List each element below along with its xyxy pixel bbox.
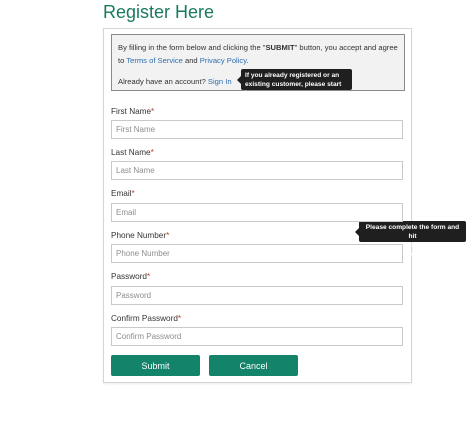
phone-number-label: Phone Number* [111, 231, 170, 240]
form-tooltip-line-1: Please complete the form and hit [365, 224, 460, 240]
required-marker: * [166, 231, 170, 240]
terms-of-service-link[interactable]: Terms of Service [126, 56, 183, 65]
password-input[interactable] [111, 286, 403, 305]
last-name-input[interactable] [111, 161, 403, 180]
confirm-password-label: Confirm Password* [111, 314, 182, 323]
password-label: Password* [111, 272, 151, 281]
email-label: Email* [111, 189, 135, 198]
page-title: Register Here [103, 2, 215, 22]
phone-number-input[interactable] [111, 244, 403, 263]
confirm-password-input[interactable] [111, 327, 403, 346]
last-name-label: Last Name* [111, 148, 154, 157]
required-marker: * [131, 189, 135, 198]
cancel-button[interactable]: Cancel [209, 355, 298, 376]
email-input[interactable] [111, 203, 403, 222]
terms-notice-text: By filling in the form below and clickin… [118, 43, 398, 65]
first-name-input[interactable] [111, 120, 403, 139]
required-marker: * [151, 107, 155, 116]
privacy-policy-link[interactable]: Privacy Policy [200, 56, 247, 65]
required-marker: * [150, 148, 154, 157]
required-marker: * [146, 272, 151, 281]
sign-in-link[interactable]: Sign In [208, 77, 232, 86]
first-name-label: First Name* [111, 107, 155, 116]
submit-word: SUBMIT [265, 43, 295, 52]
submit-button[interactable]: Submit [111, 355, 200, 376]
form-tooltip: Please complete the form and hit "SUBMIT… [355, 221, 466, 258]
signin-tooltip: If you already registered or an existing… [237, 69, 352, 97]
required-marker: * [177, 314, 182, 323]
